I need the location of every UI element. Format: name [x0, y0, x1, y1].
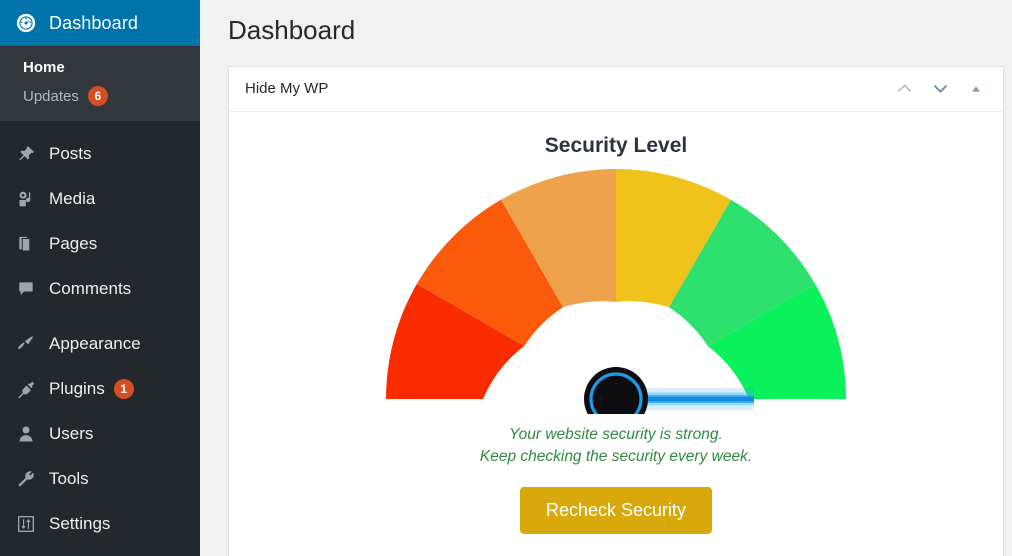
paintbrush-icon — [13, 334, 39, 354]
admin-sidebar: Dashboard Home Updates 6 Posts Media Pag… — [0, 0, 209, 556]
move-up-icon[interactable] — [889, 74, 919, 104]
sidebar-item-media-label: Media — [49, 188, 96, 208]
page-title: Dashboard — [228, 15, 356, 45]
sidebar-subitem-updates[interactable]: Updates 6 — [0, 81, 200, 111]
sidebar-item-plugins[interactable]: Plugins 1 — [0, 366, 200, 411]
sidebar-item-dashboard-label: Dashboard — [49, 12, 138, 33]
sidebar-item-plugins-label: Plugins — [49, 378, 105, 398]
sidebar-item-appearance[interactable]: Appearance — [0, 321, 200, 366]
security-message-line-1: Your website security is strong. — [509, 425, 723, 443]
panel-header-controls — [889, 74, 991, 104]
speedometer-icon — [13, 12, 39, 34]
sidebar-item-posts-label: Posts — [49, 143, 92, 163]
security-message-line-2: Keep checking the security every week. — [479, 448, 753, 466]
sidebar-item-dashboard[interactable]: Dashboard — [0, 0, 209, 46]
sidebar-subitem-home-label: Home — [23, 59, 65, 76]
recheck-button-wrap: Recheck Security — [239, 486, 993, 534]
plug-icon — [13, 379, 39, 399]
sidebar-item-pages[interactable]: Pages — [0, 221, 200, 266]
plugins-count-badge: 1 — [113, 378, 134, 399]
security-message: Your website security is strong. Keep ch… — [239, 424, 993, 469]
comment-icon — [13, 279, 39, 299]
toggle-panel-icon[interactable] — [961, 74, 991, 104]
gauge-segments — [386, 168, 846, 399]
dashboard-submenu: Home Updates 6 — [0, 46, 200, 121]
updates-count-badge: 6 — [87, 86, 108, 106]
sidebar-item-tools[interactable]: Tools — [0, 456, 200, 501]
move-down-icon[interactable] — [925, 74, 955, 104]
sidebar-separator-2 — [0, 311, 200, 321]
media-icon — [13, 189, 39, 209]
sidebar-item-pages-label: Pages — [49, 233, 98, 253]
sliders-icon — [13, 514, 39, 534]
main-content: Dashboard Hide My WP Security Level Your… — [200, 0, 1012, 556]
user-icon — [13, 424, 39, 444]
sidebar-item-comments-label: Comments — [49, 278, 132, 298]
panel-body: Security Level Your website security is … — [229, 112, 1003, 556]
sidebar-item-tools-label: Tools — [49, 468, 89, 488]
sidebar-subitem-home[interactable]: Home — [0, 54, 200, 81]
sidebar-separator-1 — [0, 121, 200, 131]
sidebar-item-comments[interactable]: Comments — [0, 266, 200, 311]
sidebar-item-settings[interactable]: Settings — [0, 501, 200, 546]
panel-header: Hide My WP — [229, 67, 1003, 112]
pin-icon — [13, 144, 39, 164]
hide-my-wp-panel: Hide My WP Security Level Your website s… — [228, 65, 1004, 556]
sidebar-item-users-label: Users — [49, 423, 94, 443]
sidebar-item-posts[interactable]: Posts — [0, 131, 200, 176]
page-icon — [13, 234, 39, 254]
security-gauge — [239, 164, 993, 414]
sidebar-subitem-updates-label: Updates — [23, 87, 79, 105]
sidebar-item-media[interactable]: Media — [0, 176, 200, 221]
panel-title: Hide My WP — [245, 80, 329, 98]
wrench-icon — [13, 469, 39, 489]
gauge-hub — [584, 366, 648, 414]
sidebar-item-settings-label: Settings — [49, 513, 111, 533]
sidebar-item-users[interactable]: Users — [0, 411, 200, 456]
recheck-security-button[interactable]: Recheck Security — [519, 486, 713, 534]
wordpress-admin-screen: Dashboard Home Updates 6 Posts Media Pag… — [0, 0, 1012, 556]
security-level-heading: Security Level — [544, 133, 688, 157]
gauge-svg — [386, 168, 846, 414]
sidebar-item-appearance-label: Appearance — [49, 333, 141, 353]
